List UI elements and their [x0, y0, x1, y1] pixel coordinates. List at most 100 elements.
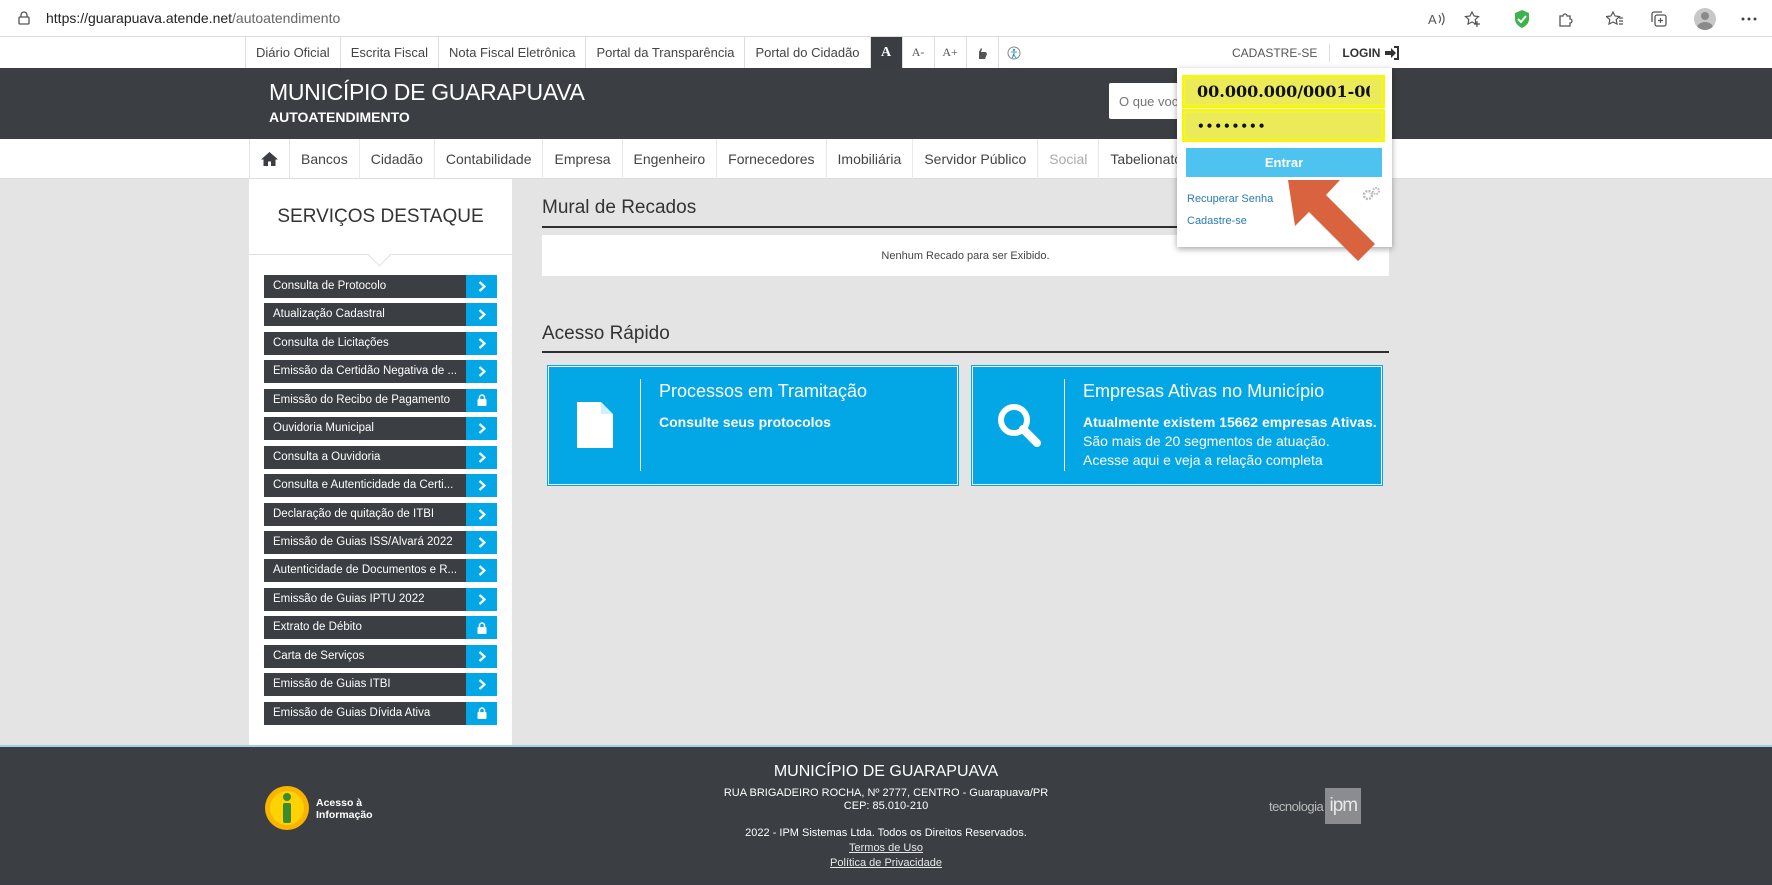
service-label: Ouvidoria Municipal: [273, 422, 374, 435]
home-button[interactable]: [249, 139, 290, 179]
card-text: Consulte seus protocolos: [659, 413, 831, 432]
register-link[interactable]: Cadastre-se: [1187, 215, 1247, 227]
service-item[interactable]: Emissão de Guias Dívida Ativa: [264, 701, 497, 725]
nav-item-empresa[interactable]: Empresa: [543, 139, 623, 179]
card-title: Processos em Tramitação: [659, 381, 868, 401]
card-line: Acesse aqui e veja a relação completa: [1083, 452, 1323, 468]
util-link-escrita-fiscal[interactable]: Escrita Fiscal: [339, 37, 438, 68]
chevron-right-icon[interactable]: [466, 644, 497, 668]
login-label: LOGIN: [1342, 45, 1381, 60]
font-smaller-button[interactable]: A-: [901, 37, 934, 68]
service-item[interactable]: Consulta a Ouvidoria: [264, 445, 497, 469]
chevron-right-icon[interactable]: [466, 530, 497, 554]
service-item[interactable]: Emissão de Guias IPTU 2022: [264, 587, 497, 611]
nav-item-social[interactable]: Social: [1038, 139, 1100, 179]
divider: [1329, 43, 1331, 62]
chevron-right-icon[interactable]: [466, 445, 497, 469]
nav-item-bancos[interactable]: Bancos: [290, 139, 360, 179]
login-submit-button[interactable]: Entrar: [1186, 148, 1382, 177]
accessibility-icon[interactable]: [997, 37, 1030, 68]
service-label: Emissão de Guias ITBI: [273, 678, 391, 691]
tecnologia-text: tecnologia: [1269, 798, 1324, 814]
url-field[interactable]: https://guarapuava.atende.net/autoatendi…: [46, 10, 340, 26]
nav-item-engenheiro[interactable]: Engenheiro: [623, 139, 718, 179]
nav-item-imobiliaria[interactable]: Imobiliária: [827, 139, 914, 179]
favorites-icon[interactable]: [1604, 8, 1626, 30]
font-larger-button[interactable]: A+: [933, 37, 966, 68]
login-link[interactable]: LOGIN: [1342, 45, 1400, 60]
chevron-right-icon[interactable]: [466, 502, 497, 526]
ipm-logo[interactable]: tecnologia ipm: [1269, 788, 1362, 824]
collections-icon[interactable]: [1648, 8, 1670, 30]
util-link-portal-transparencia[interactable]: Portal da Transparência: [585, 37, 744, 68]
lock-icon[interactable]: [466, 388, 497, 412]
card-processos[interactable]: Processos em Tramitação Consulte seus pr…: [547, 365, 959, 486]
service-list: Consulta de Protocolo Atualização Cadastr…: [264, 275, 497, 730]
site-title[interactable]: MUNICÍPIO DE GUARAPUAVA: [269, 79, 585, 106]
utility-links: Diário Oficial Escrita Fiscal Nota Fisca…: [245, 37, 1030, 68]
card-empresas[interactable]: Empresas Ativas no Município Atualmente …: [971, 365, 1383, 486]
service-item[interactable]: Atualização Cadastral: [264, 303, 497, 327]
svg-text:A: A: [1428, 12, 1437, 27]
service-item[interactable]: Autenticidade de Documentos e R...: [264, 559, 497, 583]
service-item[interactable]: Declaração de quitação de ITBI: [264, 502, 497, 526]
font-size-controls: A A- A+: [869, 37, 1030, 68]
service-item[interactable]: Carta de Serviços: [264, 644, 497, 668]
nav-item-cidadao[interactable]: Cidadão: [360, 139, 435, 179]
service-label: Declaração de quitação de ITBI: [273, 507, 435, 520]
cadastre-link[interactable]: CADASTRE-SE: [1232, 46, 1317, 60]
chevron-right-icon[interactable]: [466, 474, 497, 498]
privacy-link[interactable]: Política de Privacidade: [830, 857, 942, 869]
profile-avatar[interactable]: [1694, 8, 1716, 30]
login-password-input[interactable]: [1186, 113, 1381, 138]
service-item[interactable]: Consulta e Autenticidade da Certi...: [264, 474, 497, 498]
util-link-diario-oficial[interactable]: Diário Oficial: [245, 37, 340, 68]
chevron-right-icon[interactable]: [466, 417, 497, 441]
login-user-field: [1182, 75, 1385, 108]
login-user-input[interactable]: [1186, 79, 1381, 104]
service-item[interactable]: Ouvidoria Municipal: [264, 417, 497, 441]
chevron-right-icon[interactable]: [466, 303, 497, 327]
lock-icon[interactable]: [466, 701, 497, 725]
service-label: Emissão de Guias IPTU 2022: [273, 592, 425, 605]
shield-extension-icon[interactable]: [1511, 8, 1533, 30]
more-menu-icon[interactable]: [1738, 8, 1760, 30]
ipm-mark: ipm: [1325, 788, 1362, 824]
site-footer: Acesso à Informação MUNICÍPIO DE GUARAPUA…: [0, 745, 1772, 885]
utility-bar: Diário Oficial Escrita Fiscal Nota Fisca…: [0, 37, 1772, 68]
chevron-right-icon[interactable]: [466, 275, 497, 298]
service-item[interactable]: Extrato de Débito: [264, 616, 497, 640]
terms-link[interactable]: Termos de Uso: [849, 842, 923, 854]
service-item[interactable]: Emissão de Guias ISS/Alvará 2022: [264, 530, 497, 554]
service-item[interactable]: Emissão da Certidão Negativa de ...: [264, 360, 497, 384]
util-link-portal-cidadao[interactable]: Portal do Cidadão: [744, 37, 869, 68]
service-label: Carta de Serviços: [273, 649, 365, 662]
recover-password-link[interactable]: Recuperar Senha: [1187, 193, 1273, 205]
service-label: Emissão de Guias ISS/Alvará 2022: [273, 535, 453, 548]
nav-item-fornecedores[interactable]: Fornecedores: [717, 139, 827, 179]
service-item[interactable]: Emissão do Recibo de Pagamento: [264, 388, 497, 412]
featured-services-panel: SERVIÇOS DESTAQUE Consulta de Protocolo A…: [249, 179, 512, 745]
util-link-nota-fiscal[interactable]: Nota Fiscal Eletrônica: [437, 37, 585, 68]
service-label: Emissão de Guias Dívida Ativa: [273, 706, 431, 719]
service-item[interactable]: Consulta de Licitações: [264, 331, 497, 355]
nav-item-servidor-publico[interactable]: Servidor Público: [913, 139, 1039, 179]
font-normal-button[interactable]: A: [869, 37, 902, 68]
chevron-right-icon[interactable]: [466, 360, 497, 384]
service-label: Atualização Cadastral: [273, 308, 385, 321]
chevron-right-icon[interactable]: [466, 331, 497, 355]
service-item[interactable]: Emissão de Guias ITBI: [264, 673, 497, 697]
lock-icon[interactable]: [466, 616, 497, 640]
favorite-add-icon[interactable]: [1462, 8, 1484, 30]
service-label: Consulta de Protocolo: [273, 280, 387, 292]
chevron-right-icon[interactable]: [466, 673, 497, 697]
sign-language-icon[interactable]: [965, 37, 998, 68]
extensions-icon[interactable]: [1555, 8, 1577, 30]
chevron-right-icon[interactable]: [466, 587, 497, 611]
card-title: Empresas Ativas no Município: [1083, 381, 1325, 401]
site-header: MUNICÍPIO DE GUARAPUAVA AUTOATENDIMENTO: [0, 68, 1772, 139]
chevron-right-icon[interactable]: [466, 559, 497, 583]
nav-item-contabilidade[interactable]: Contabilidade: [435, 139, 544, 179]
service-item[interactable]: Consulta de Protocolo: [264, 275, 497, 298]
read-aloud-icon[interactable]: A: [1426, 8, 1448, 30]
